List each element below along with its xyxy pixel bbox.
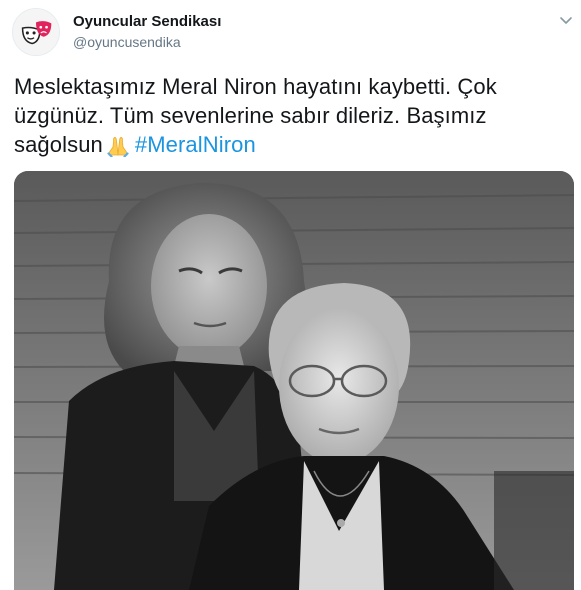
user-handle[interactable]: @oyuncusendika <box>73 34 181 50</box>
photo-image <box>14 171 574 590</box>
tweet-text-line-3: sağolsun #MeralNiron <box>14 130 574 159</box>
tweet-text-line-1: Meslektaşımız Meral Niron hayatını kaybe… <box>14 74 497 99</box>
display-name[interactable]: Oyuncular Sendikası <box>73 13 221 30</box>
tweet-text-line-3-text: sağolsun <box>14 132 103 157</box>
avatar[interactable] <box>12 8 60 56</box>
hashtag-link[interactable]: #MeralNiron <box>135 132 256 157</box>
folded-hands-icon <box>105 133 131 157</box>
chevron-down-icon[interactable] <box>558 12 574 28</box>
tweet: Oyuncular Sendikası @oyuncusendika Mesle… <box>0 0 581 590</box>
tweet-text-line-2: üzgünüz. Tüm sevenlerine sabır dileriz. … <box>14 103 487 128</box>
tweet-photo[interactable] <box>14 171 574 590</box>
theatre-mask-logo-icon <box>13 9 59 55</box>
tweet-text: Meslektaşımız Meral Niron hayatını kaybe… <box>14 72 574 159</box>
